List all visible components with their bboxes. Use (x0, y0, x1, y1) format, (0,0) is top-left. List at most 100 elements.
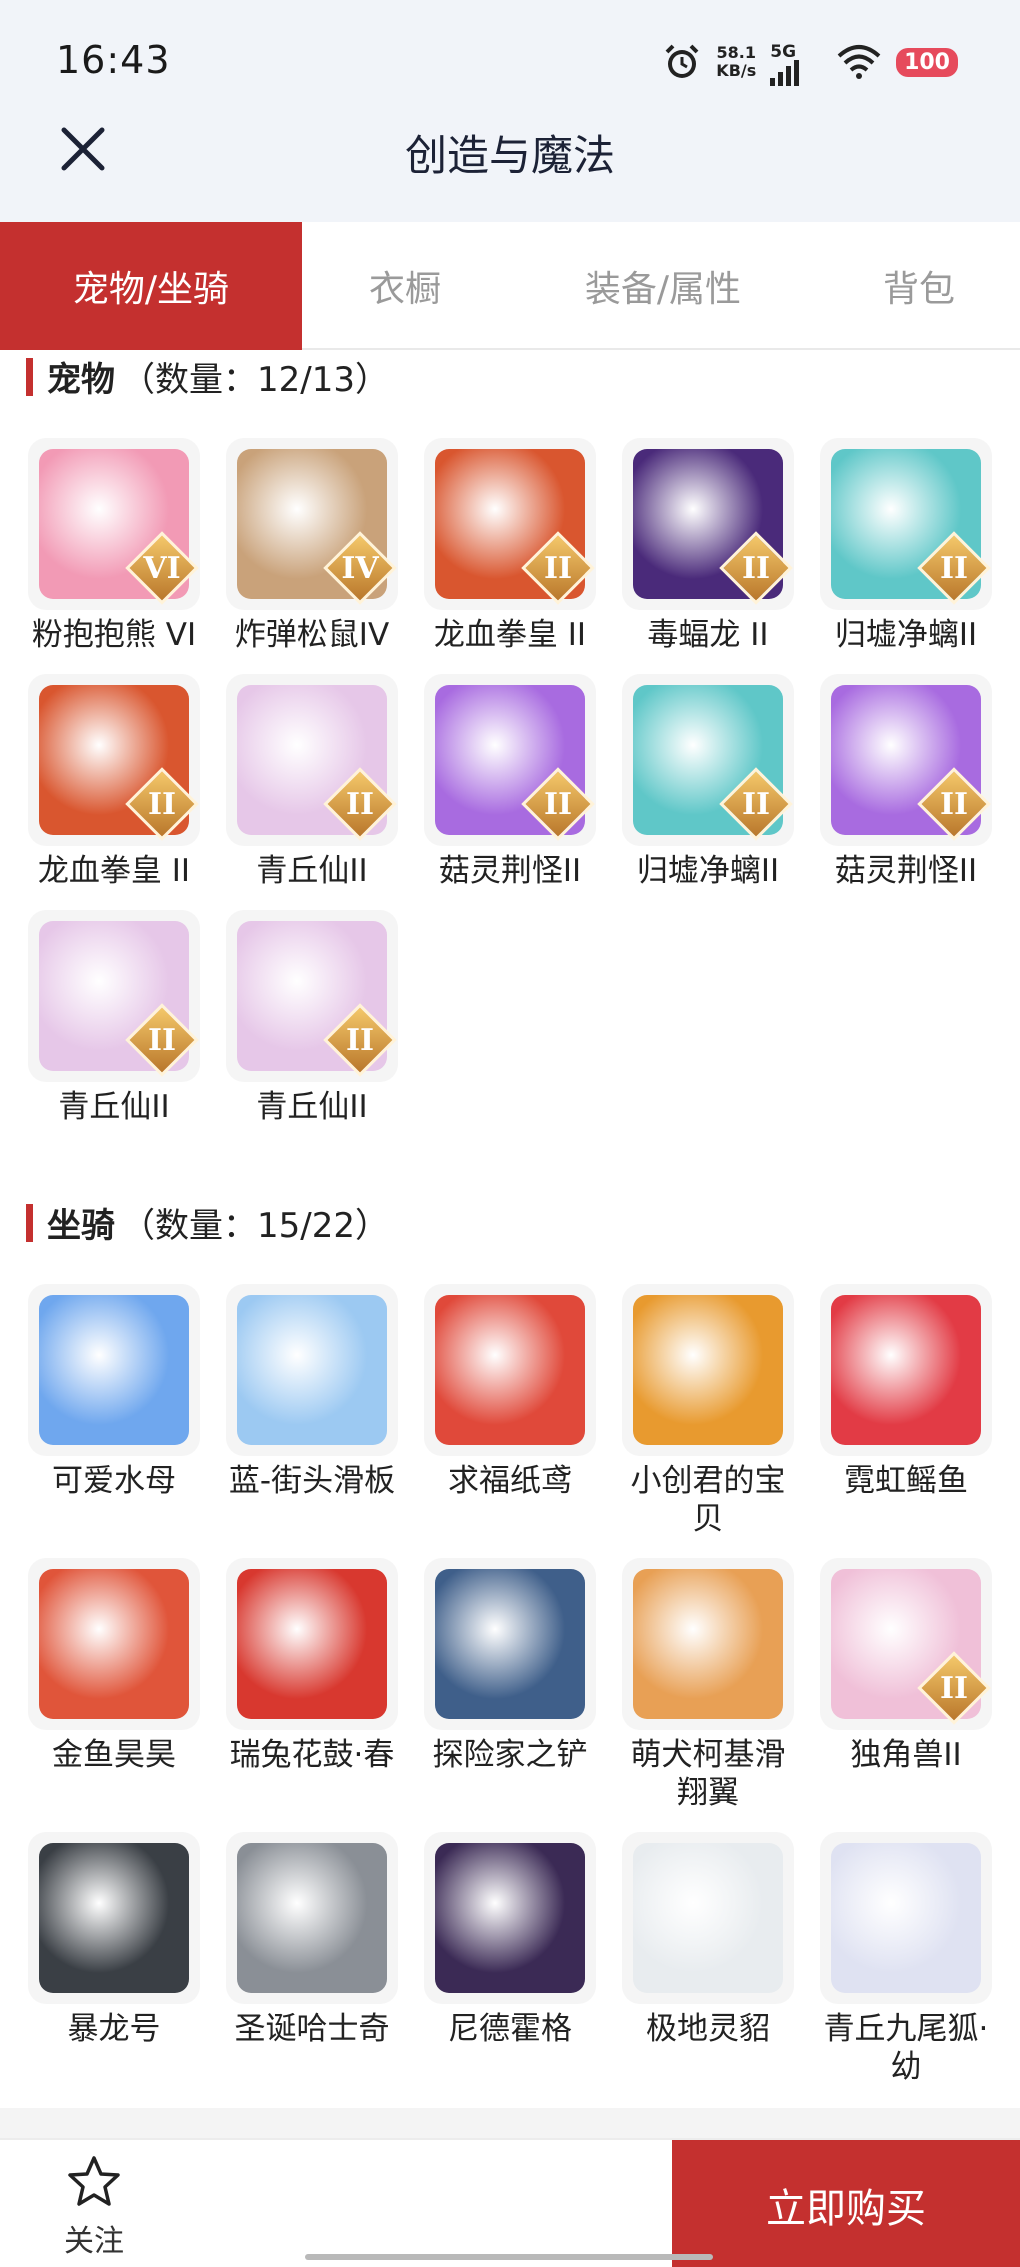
polar-weasel-icon (633, 1843, 783, 1993)
section-marker (26, 1203, 33, 1242)
item-thumbnail: II (28, 910, 200, 1082)
mounts-title: 坐骑 (47, 1206, 115, 1246)
signal-icon (770, 60, 800, 86)
item-card[interactable]: 探险家之铲 (422, 1558, 598, 1774)
item-card[interactable]: 可爱水母 (26, 1284, 202, 1500)
tier-badge-text: IV (341, 550, 379, 586)
item-card[interactable]: II 青丘仙II (224, 910, 400, 1126)
item-thumbnail: IV (226, 438, 398, 610)
corgi-icon (633, 1569, 783, 1719)
tab-bar: 宠物/坐骑 衣橱 装备/属性 背包 (0, 222, 1020, 350)
network-speed: 58.1 KB/s (716, 44, 756, 80)
tier-badge-text: II (543, 550, 573, 586)
item-name: 尼德霍格 (448, 2011, 572, 2047)
item-card[interactable]: II 菇灵荆怪II (422, 674, 598, 890)
item-card[interactable]: 蓝-街头滑板 (224, 1284, 400, 1500)
tier-badge-text: II (147, 1022, 177, 1058)
item-name: 菇灵荆怪II (438, 853, 582, 889)
wifi-icon (837, 45, 881, 79)
item-card[interactable]: VI 粉抱抱熊 VI (26, 438, 202, 654)
tab-equipment[interactable]: 装备/属性 (508, 222, 818, 350)
item-card[interactable]: 圣诞哈士奇 (224, 1832, 400, 2048)
item-card[interactable]: 暴龙号 (26, 1832, 202, 2048)
item-card[interactable]: II 菇灵荆怪II (818, 674, 994, 890)
item-name: 青丘仙II (256, 1089, 368, 1125)
item-name: 归墟净螭II (636, 853, 780, 889)
item-name: 探险家之铲 (432, 1737, 588, 1773)
home-indicator[interactable] (305, 2254, 713, 2260)
item-card[interactable]: 瑞兔花鼓·春 (224, 1558, 400, 1774)
page-title: 创造与魔法 (404, 131, 615, 180)
item-thumbnail (28, 1284, 200, 1456)
item-card[interactable]: II 归墟净螭II (818, 438, 994, 654)
item-card[interactable]: II 归墟净螭II (620, 674, 796, 890)
item-card[interactable]: II 毒蝠龙 II (620, 438, 796, 654)
item-card[interactable]: 求福纸鸢 (422, 1284, 598, 1500)
jellyfish-icon (39, 1295, 189, 1445)
ray-fish-icon (831, 1295, 981, 1445)
tier-badge-text: II (939, 550, 969, 586)
item-name: 可爱水母 (52, 1463, 176, 1499)
tier-badge-text: II (345, 786, 375, 822)
item-thumbnail (424, 1284, 596, 1456)
kite-fish-icon (435, 1295, 585, 1445)
item-card[interactable]: II 龙血拳皇 II (26, 674, 202, 890)
item-card[interactable]: 极地灵貂 (620, 1832, 796, 2048)
item-thumbnail (820, 1284, 992, 1456)
item-card[interactable]: II 青丘仙II (26, 910, 202, 1126)
speed-value: 58.1 (716, 43, 757, 62)
network-type: 5G (770, 42, 797, 62)
item-name: 菇灵荆怪II (834, 853, 978, 889)
tab-pets-mounts[interactable]: 宠物/坐骑 (0, 222, 302, 350)
item-name: 青丘仙II (58, 1089, 170, 1125)
item-thumbnail: II (28, 674, 200, 846)
item-card[interactable]: 霓虹鳐鱼 (818, 1284, 994, 1500)
item-thumbnail (424, 1832, 596, 2004)
status-time: 16:43 (56, 38, 171, 82)
item-name: 龙血拳皇 II (433, 617, 587, 653)
item-card[interactable]: 金鱼昊昊 (26, 1558, 202, 1774)
follow-label: 关注 (64, 2224, 124, 2259)
item-card[interactable]: II 独角兽II (818, 1558, 994, 1774)
item-card[interactable]: IV 炸弹松鼠IV (224, 438, 400, 654)
buy-now-button[interactable]: 立即购买 (672, 2140, 1020, 2267)
item-card[interactable]: 尼德霍格 (422, 1832, 598, 2048)
item-name: 金鱼昊昊 (52, 1737, 176, 1773)
item-thumbnail (622, 1284, 794, 1456)
item-card[interactable]: 小创君的宝贝 (620, 1284, 796, 1538)
item-name: 求福纸鸢 (448, 1463, 572, 1499)
item-thumbnail: II (622, 674, 794, 846)
alarm-icon (665, 44, 699, 78)
tab-wardrobe[interactable]: 衣橱 (302, 222, 508, 350)
tier-badge-text: II (939, 1670, 969, 1706)
item-name: 瑞兔花鼓·春 (229, 1737, 395, 1773)
parrot-icon (633, 1295, 783, 1445)
item-card[interactable]: 萌犬柯基滑翔翼 (620, 1558, 796, 1812)
item-thumbnail (622, 1832, 794, 2004)
item-card[interactable]: 青丘九尾狐·幼 (818, 1832, 994, 2086)
item-name: 毒蝠龙 II (647, 617, 769, 653)
husky-icon (237, 1843, 387, 1993)
goldfish-icon (39, 1569, 189, 1719)
item-card[interactable]: II 青丘仙II (224, 674, 400, 890)
tier-badge-text: II (741, 786, 771, 822)
item-name: 萌犬柯基滑翔翼 (630, 1737, 786, 1811)
item-thumbnail (28, 1832, 200, 2004)
mecha-dino-icon (39, 1843, 189, 1993)
pets-title: 宠物 (47, 360, 115, 400)
item-thumbnail: II (424, 438, 596, 610)
item-name: 暴龙号 (67, 2011, 161, 2047)
item-thumbnail: VI (28, 438, 200, 610)
item-name: 粉抱抱熊 VI (31, 617, 197, 653)
item-thumbnail (622, 1558, 794, 1730)
star-icon (68, 2156, 120, 2206)
item-thumbnail (28, 1558, 200, 1730)
tab-backpack[interactable]: 背包 (818, 222, 1020, 350)
follow-button[interactable]: 关注 (44, 2154, 144, 2260)
item-thumbnail (424, 1558, 596, 1730)
item-thumbnail: II (226, 910, 398, 1082)
tier-badge-text: II (741, 550, 771, 586)
item-card[interactable]: II 龙血拳皇 II (422, 438, 598, 654)
item-thumbnail: II (622, 438, 794, 610)
tier-badge-text: II (543, 786, 573, 822)
